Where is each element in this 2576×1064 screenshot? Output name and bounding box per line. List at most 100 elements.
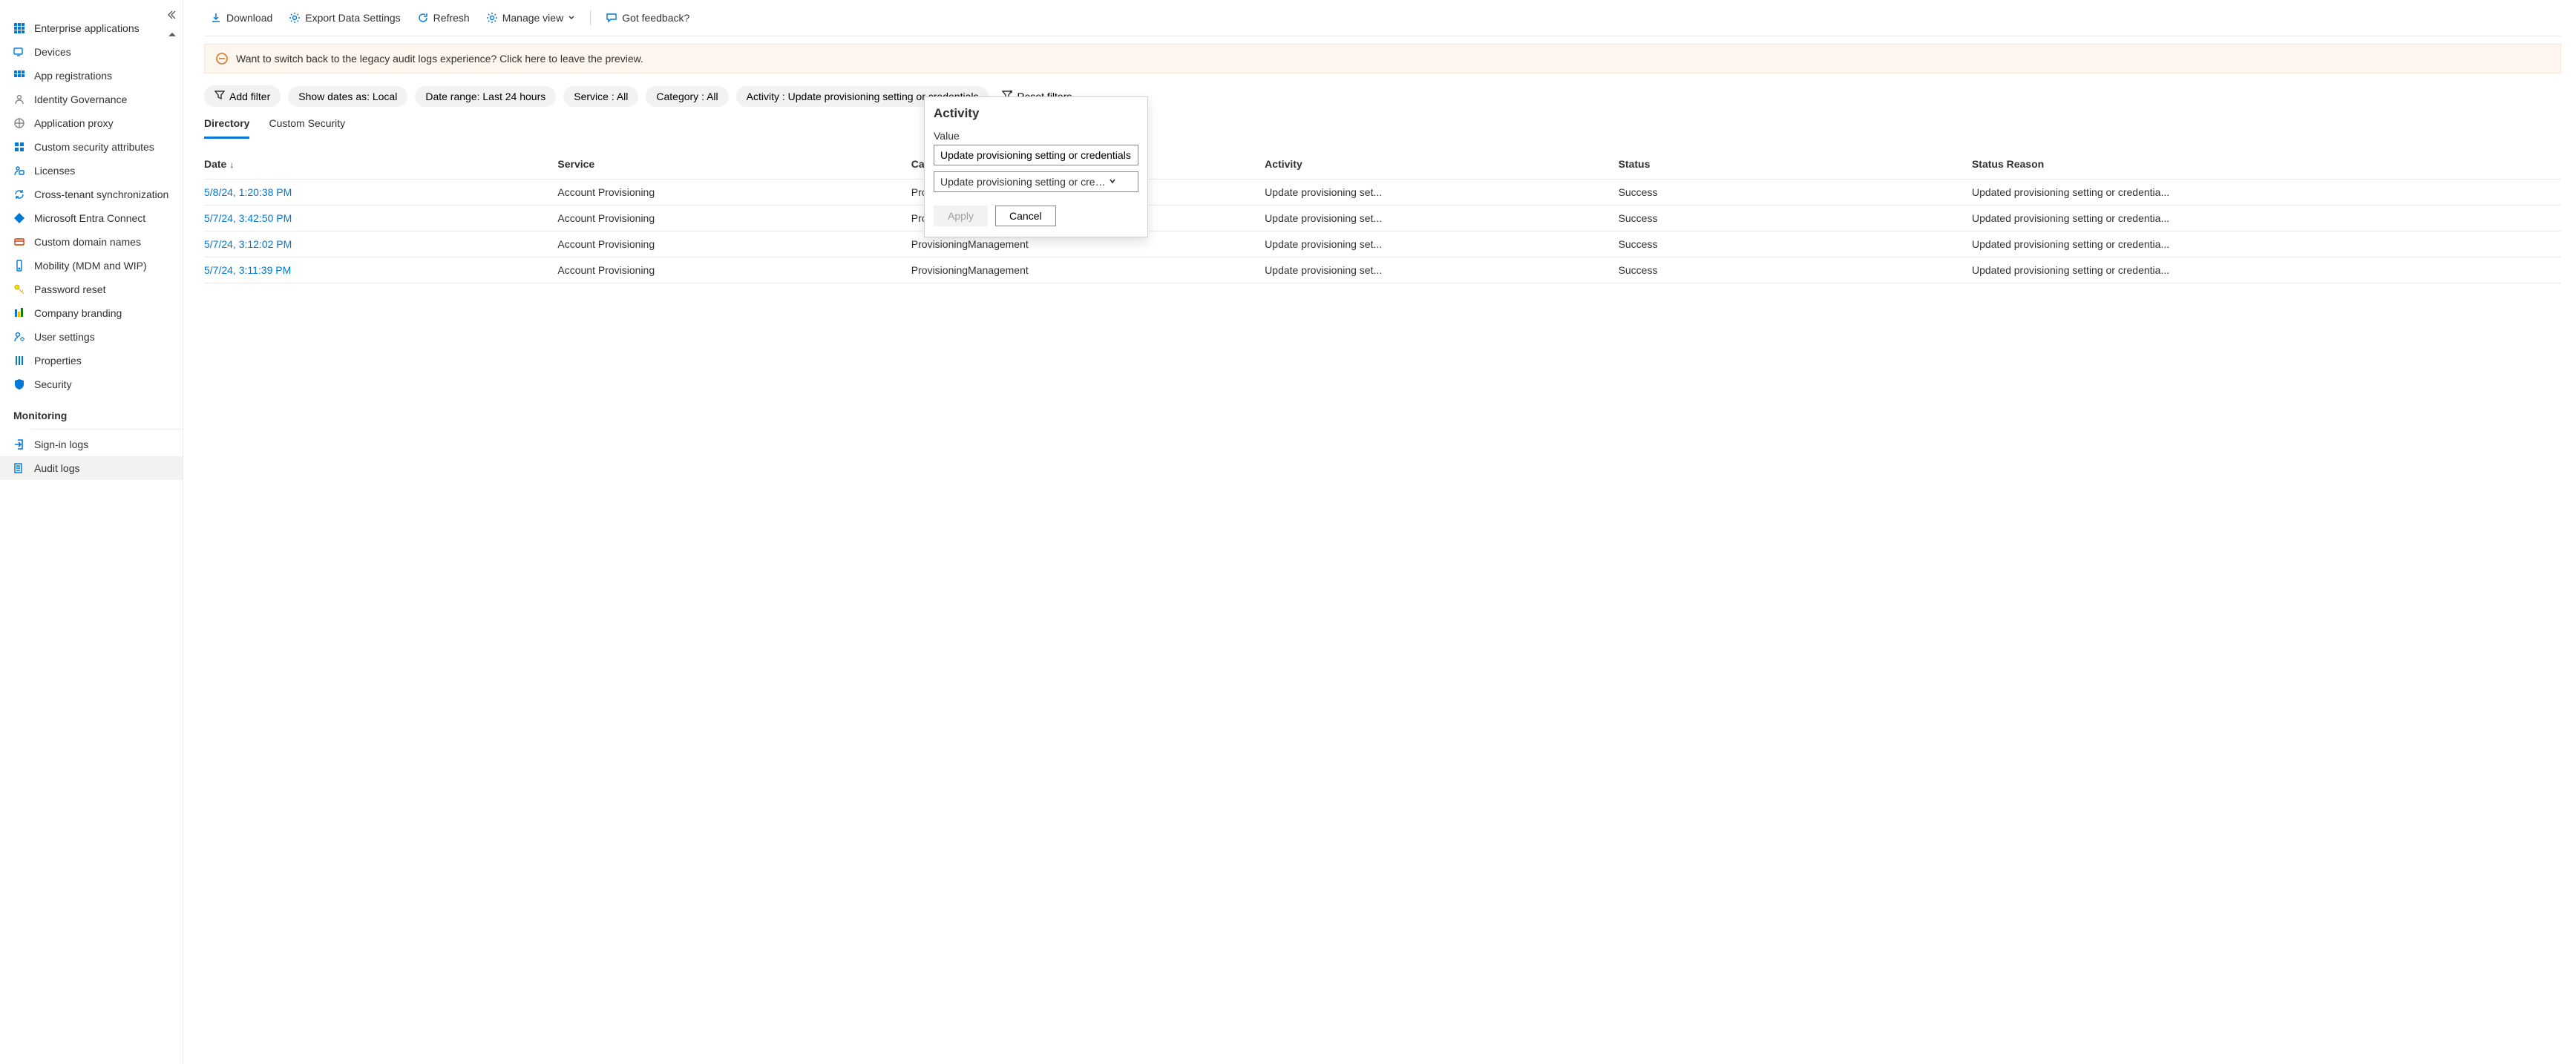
sidebar-item-mobility[interactable]: Mobility (MDM and WIP) [0, 254, 183, 278]
toolbar-label: Refresh [433, 12, 470, 24]
sidebar-item-custom-domain-names[interactable]: Custom domain names [0, 230, 183, 254]
info-icon [215, 52, 229, 65]
tab-directory[interactable]: Directory [204, 117, 249, 139]
sidebar-item-enterprise-applications[interactable]: Enterprise applications [0, 16, 183, 40]
toolbar-label: Manage view [502, 12, 564, 24]
sidebar-item-password-reset[interactable]: Password reset [0, 278, 183, 301]
sidebar-item-user-settings[interactable]: User settings [0, 325, 183, 349]
sidebar-item-label: Mobility (MDM and WIP) [34, 260, 147, 272]
table-row[interactable]: 5/7/24, 3:11:39 PM Account Provisioning … [204, 257, 2561, 283]
cell-date[interactable]: 5/8/24, 1:20:38 PM [204, 180, 557, 206]
sidebar-expand-icon[interactable] [168, 30, 177, 42]
tab-label: Directory [204, 117, 249, 129]
sidebar-item-company-branding[interactable]: Company branding [0, 301, 183, 325]
manage-view-button[interactable]: Manage view [480, 7, 582, 28]
sidebar-item-label: Application proxy [34, 117, 114, 129]
tab-custom-security[interactable]: Custom Security [269, 117, 345, 139]
cell-service: Account Provisioning [557, 257, 911, 283]
signin-logs-icon [13, 439, 25, 450]
audit-logs-table: Date↓ Service Category Activity Status S… [204, 149, 2561, 283]
cell-date[interactable]: 5/7/24, 3:42:50 PM [204, 206, 557, 231]
sidebar-item-label: Custom domain names [34, 236, 141, 248]
toolbar-separator [590, 10, 591, 25]
shield-icon [13, 378, 25, 390]
sidebar-item-label: Enterprise applications [34, 22, 140, 34]
domain-icon [13, 236, 25, 248]
cell-activity: Update provisioning set... [1265, 206, 1618, 231]
toolbar-label: Got feedback? [622, 12, 689, 24]
filter-chip-show-dates[interactable]: Show dates as: Local [288, 86, 407, 107]
activity-filter-popover: Activity Value Update provisioning setti… [924, 96, 1148, 237]
sidebar-item-label: Audit logs [34, 462, 79, 474]
attributes-icon [13, 141, 25, 153]
sidebar-item-custom-security-attributes[interactable]: Custom security attributes [0, 135, 183, 159]
branding-icon [13, 307, 25, 319]
apply-button[interactable]: Apply [934, 206, 988, 226]
download-button[interactable]: Download [204, 7, 278, 28]
sidebar-item-label: Custom security attributes [34, 141, 154, 153]
feedback-icon [606, 12, 617, 24]
cell-date[interactable]: 5/7/24, 3:12:02 PM [204, 231, 557, 257]
cell-date[interactable]: 5/7/24, 3:11:39 PM [204, 257, 557, 283]
sidebar-item-security[interactable]: Security [0, 372, 183, 396]
table-row[interactable]: 5/7/24, 3:12:02 PM Account Provisioning … [204, 231, 2561, 257]
sidebar-item-devices[interactable]: Devices [0, 40, 183, 64]
sidebar-item-label: Properties [34, 355, 82, 367]
collapse-sidebar-icon[interactable] [165, 9, 177, 21]
sidebar-item-cross-tenant-sync[interactable]: Cross-tenant synchronization [0, 183, 183, 206]
sidebar-divider [31, 429, 183, 430]
sidebar-item-application-proxy[interactable]: Application proxy [0, 111, 183, 135]
column-header-status-reason[interactable]: Status Reason [1972, 149, 2561, 180]
chip-label: Add filter [229, 91, 270, 102]
sidebar-item-app-registrations[interactable]: App registrations [0, 64, 183, 88]
cancel-button[interactable]: Cancel [995, 206, 1056, 226]
sidebar-item-properties[interactable]: Properties [0, 349, 183, 372]
column-header-activity[interactable]: Activity [1265, 149, 1618, 180]
sidebar-item-licenses[interactable]: Licenses [0, 159, 183, 183]
sidebar-item-label: Devices [34, 46, 71, 58]
gear-icon [486, 12, 498, 24]
activity-select-dropdown[interactable]: Update provisioning setting or credentia… [934, 171, 1138, 192]
activity-value-input[interactable] [934, 145, 1138, 165]
cell-status: Success [1619, 231, 1972, 257]
cell-status-reason: Updated provisioning setting or credenti… [1972, 257, 2561, 283]
filter-icon [214, 90, 225, 102]
add-filter-button[interactable]: Add filter [204, 85, 281, 107]
key-icon [13, 283, 25, 295]
sidebar-item-audit-logs[interactable]: Audit logs [0, 456, 183, 480]
table-row[interactable]: 5/7/24, 3:42:50 PM Account Provisioning … [204, 206, 2561, 231]
grid-icon [13, 70, 25, 82]
sidebar-item-identity-governance[interactable]: Identity Governance [0, 88, 183, 111]
sidebar-item-label: Cross-tenant synchronization [34, 188, 168, 200]
cell-activity: Update provisioning set... [1265, 257, 1618, 283]
info-bar-text: Want to switch back to the legacy audit … [236, 53, 643, 65]
main-content: Download Export Data Settings Refresh Ma… [183, 0, 2576, 1064]
cell-activity: Update provisioning set... [1265, 231, 1618, 257]
user-settings-icon [13, 331, 25, 343]
filter-chip-service[interactable]: Service : All [563, 86, 638, 107]
proxy-icon [13, 117, 25, 129]
column-header-service[interactable]: Service [557, 149, 911, 180]
sidebar-item-entra-connect[interactable]: Microsoft Entra Connect [0, 206, 183, 230]
info-bar[interactable]: Want to switch back to the legacy audit … [204, 44, 2561, 73]
header-label: Status Reason [1972, 158, 2044, 170]
column-header-status[interactable]: Status [1619, 149, 1972, 180]
cell-service: Account Provisioning [557, 231, 911, 257]
cell-status-reason: Updated provisioning setting or credenti… [1972, 206, 2561, 231]
sync-icon [13, 188, 25, 200]
chevron-down-icon [568, 12, 575, 24]
sidebar-item-label: User settings [34, 331, 95, 343]
sidebar-item-signin-logs[interactable]: Sign-in logs [0, 433, 183, 456]
mobility-icon [13, 260, 25, 272]
audit-logs-icon [13, 462, 25, 474]
chip-label: Category : All [656, 91, 718, 102]
refresh-button[interactable]: Refresh [411, 7, 476, 28]
chip-label: Service : All [574, 91, 628, 102]
filter-chip-date-range[interactable]: Date range: Last 24 hours [415, 86, 556, 107]
export-button[interactable]: Export Data Settings [283, 7, 406, 28]
filter-chip-category[interactable]: Category : All [646, 86, 728, 107]
grid-icon [13, 22, 25, 34]
feedback-button[interactable]: Got feedback? [600, 7, 695, 28]
column-header-date[interactable]: Date↓ [204, 149, 557, 180]
table-row[interactable]: 5/8/24, 1:20:38 PM Account Provisioning … [204, 180, 2561, 206]
